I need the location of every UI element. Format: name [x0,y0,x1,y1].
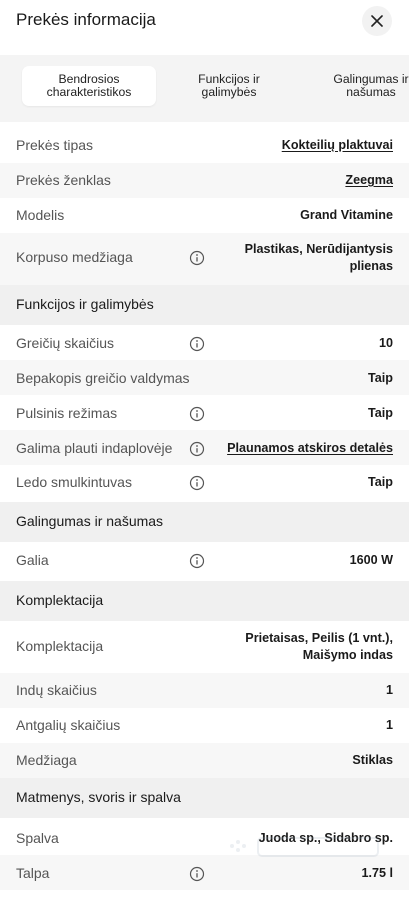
tab-general[interactable]: Bendrosios charakteristikos [22,66,156,106]
spec-value-link[interactable]: Zeegma [345,172,393,189]
spec-row-brand: Prekės ženklas Zeegma [0,163,409,198]
section-title: Matmenys, svoris ir spalva [16,789,181,805]
close-button[interactable] [362,6,392,36]
spec-label: Ledo smulkintuvas [16,474,132,490]
spec-value-link[interactable]: Kokteilių plaktuvai [282,137,393,154]
spec-value: 1 [385,683,393,697]
spec-label: Galima plauti indaplovėje [16,440,173,456]
spec-row-speeds: Greičių skaičius 10 [0,325,409,360]
section-title: Galingumas ir našumas [16,513,164,529]
tab-general-line2: charakteristikos [46,85,132,99]
section-kit: Komplektacija [0,581,409,621]
spec-value-line: Maišymo indas [302,648,393,662]
info-icon[interactable] [189,406,205,422]
spec-label: Pulsinis režimas [16,405,118,421]
info-icon[interactable] [189,250,205,266]
spec-value: Stiklas [352,753,393,767]
spec-label: Spalva [16,830,59,846]
page-title: Prekės informacija [16,10,156,29]
spec-value: Plastikas, Nerūdijantysis plienas [245,241,393,275]
spec-value: 1.75 l [361,866,393,880]
spec-value: 1600 W [349,553,393,567]
info-icon[interactable] [189,441,205,457]
spec-value: Prietaisas, Peilis (1 vnt.), Maišymo ind… [245,630,393,664]
spec-row-lids: Antgalių skaičius 1 [0,708,409,743]
spec-label: Prekės tipas [16,137,94,153]
spec-label: Galia [16,552,49,568]
spec-value: Taip [368,371,393,385]
section-title: Komplektacija [16,592,104,608]
spec-value: 10 [378,336,393,350]
spec-label: Antgalių skaičius [16,717,121,733]
spec-label: Modelis [16,207,65,223]
tab-power[interactable]: Galingumas ir našumas [304,66,409,106]
info-icon[interactable] [189,336,205,352]
spec-value: Grand Vitamine [300,208,393,222]
spec-value-link[interactable]: Plaunamos atskiros detalės [227,440,393,457]
header: Prekės informacija [0,0,409,46]
section-functions: Funkcijos ir galimybės [0,285,409,325]
spec-value: Taip [368,475,393,489]
spec-row-model: Modelis Grand Vitamine [0,198,409,233]
info-icon[interactable] [189,553,205,569]
section-power: Galingumas ir našumas [0,502,409,542]
info-icon[interactable] [189,866,205,882]
spec-row-power: Galia 1600 W [0,542,409,578]
spec-row-material: Korpuso medžiaga Plastikas, Nerūdijantys… [0,233,409,285]
spec-label: Talpa [16,865,50,881]
info-icon[interactable] [189,475,205,491]
spec-value: 1 [385,718,393,732]
spec-row-type: Prekės tipas Kokteilių plaktuvai [0,128,409,163]
spec-row-stepless: Bepakopis greičio valdymas Taip [0,360,409,395]
spec-row-material-kit: Medžiaga Stiklas [0,743,409,778]
spec-value-line: Plastikas, Nerūdijantysis [244,242,393,256]
tab-power-line2: našumas [346,85,396,99]
spec-label: Prekės ženklas [16,172,111,188]
spec-label: Korpuso medžiaga [16,249,133,265]
spec-label: Komplektacija [16,638,104,654]
spec-row-kit: Komplektacija Prietaisas, Peilis (1 vnt.… [0,621,409,673]
spec-value-line: Prietaisas, Peilis (1 vnt.), [245,631,393,645]
spec-label: Bepakopis greičio valdymas [16,370,190,386]
tab-bar: Bendrosios charakteristikos Funkcijos ir g… [0,55,409,122]
close-icon [371,15,383,27]
spec-row-ice: Ledo smulkintuvas Taip [0,465,409,500]
tab-functions-line2: galimybės [201,85,257,99]
tab-functions[interactable]: Funkcijos ir galimybės [162,66,296,106]
spec-row-dishes: Indų skaičius 1 [0,673,409,708]
spec-row-pulse: Pulsinis režimas Taip [0,395,409,430]
watermark-graphic [230,837,379,857]
section-dimensions: Matmenys, svoris ir spalva [0,778,409,818]
spec-row-dishwasher: Galima plauti indaplovėje Plaunamos atsk… [0,430,409,465]
spec-label: Indų skaičius [16,682,97,698]
section-title: Funkcijos ir galimybės [16,296,154,312]
spec-label: Medžiaga [16,752,77,768]
spec-value: Taip [368,406,393,420]
spec-value-line: plienas [349,259,393,273]
spec-label: Greičių skaičius [16,335,115,351]
